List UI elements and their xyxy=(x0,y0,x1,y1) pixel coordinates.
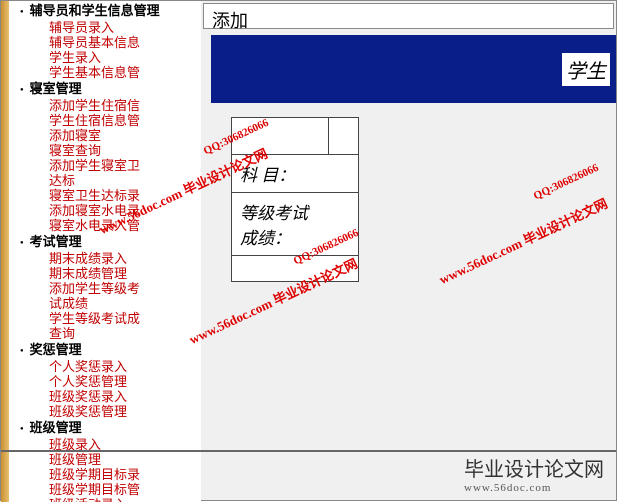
form-table: 选择学生： 科 目： 等级考试成绩： xyxy=(231,117,359,282)
sidebar-item[interactable]: 寝室水电录入管 xyxy=(49,218,201,233)
sidebar-item[interactable]: 学生基本信息管 xyxy=(49,65,201,80)
sidebar-item[interactable]: 寝室查询 xyxy=(49,143,201,158)
footer-divider xyxy=(1,450,616,452)
content-area: 添加 学生 选择学生： 科 目： 等级考试成绩： xyxy=(201,1,616,500)
student-select-control[interactable] xyxy=(329,118,359,155)
sidebar-item[interactable]: 学生等级考试成 xyxy=(49,311,201,326)
sidebar-item[interactable]: 学生录入 xyxy=(49,50,201,65)
page-title: 添加 xyxy=(212,11,248,31)
sidebar-group-header[interactable]: 奖惩管理 xyxy=(13,342,201,359)
sidebar-item[interactable]: 添加寝室水电录 xyxy=(49,203,201,218)
sidebar-item[interactable]: 达标 xyxy=(49,173,201,188)
sidebar-item[interactable]: 班级活动录入 xyxy=(49,497,201,502)
banner-title: 学生 xyxy=(562,53,610,86)
sidebar-item[interactable]: 期末成绩录入 xyxy=(49,251,201,266)
sidebar-group-header[interactable]: 班级管理 xyxy=(13,420,201,437)
sidebar-item[interactable]: 查询 xyxy=(49,326,201,341)
footer-logo: 毕业设计论文网 www.56doc.com xyxy=(464,453,604,494)
sidebar-group-header[interactable]: 辅导员和学生信息管理 xyxy=(13,3,201,20)
sidebar-item[interactable]: 班级管理 xyxy=(49,452,201,467)
sidebar-item[interactable]: 班级学期目标管 xyxy=(49,482,201,497)
label-subject: 科 目： xyxy=(232,155,359,193)
sidebar-item[interactable]: 添加学生住宿信 xyxy=(49,98,201,113)
sidebar-item[interactable]: 个人奖惩录入 xyxy=(49,359,201,374)
sidebar-item[interactable]: 寝室卫生达标录 xyxy=(49,188,201,203)
form-empty-row xyxy=(232,256,359,282)
sidebar-item[interactable]: 班级奖惩管理 xyxy=(49,404,201,419)
sidebar-item[interactable]: 添加学生等级考 xyxy=(49,281,201,296)
sidebar-group-header[interactable]: 寝室管理 xyxy=(13,81,201,98)
sidebar-nav: 辅导员和学生信息管理辅导员录入辅导员基本信息学生录入学生基本信息管寝室管理添加学… xyxy=(9,1,201,502)
sidebar-item[interactable]: 辅导员基本信息 xyxy=(49,35,201,50)
sidebar-item[interactable]: 学生住宿信息管 xyxy=(49,113,201,128)
sidebar-item[interactable]: 个人奖惩管理 xyxy=(49,374,201,389)
sidebar-item[interactable]: 班级奖惩录入 xyxy=(49,389,201,404)
banner: 学生 xyxy=(211,35,616,103)
sidebar-item[interactable]: 添加寝室 xyxy=(49,128,201,143)
sidebar-item[interactable]: 班级学期目标录 xyxy=(49,467,201,482)
sidebar-item[interactable]: 期末成绩管理 xyxy=(49,266,201,281)
sidebar-group-header[interactable]: 考试管理 xyxy=(13,234,201,251)
label-select-student: 选择学生： xyxy=(232,118,329,155)
page-title-bar: 添加 xyxy=(203,3,614,29)
sidebar-item[interactable]: 试成绩 xyxy=(49,296,201,311)
sidebar-item[interactable]: 辅导员录入 xyxy=(49,20,201,35)
sidebar-item[interactable]: 添加学生寝室卫 xyxy=(49,158,201,173)
window-left-edge xyxy=(1,1,9,502)
label-exam-score: 等级考试成绩： xyxy=(232,193,359,256)
